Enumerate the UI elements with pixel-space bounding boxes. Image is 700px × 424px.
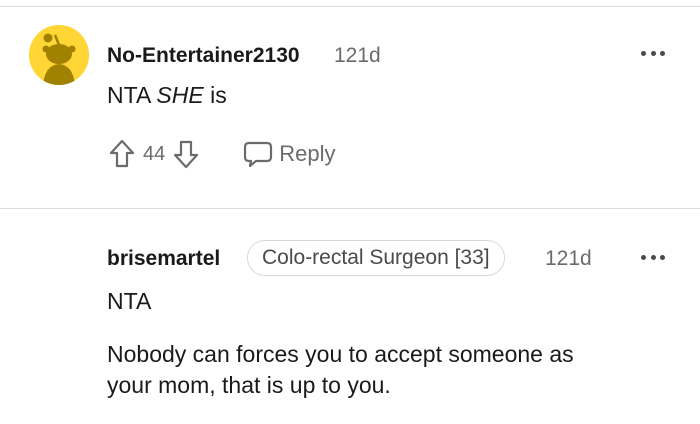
downvote-arrow-icon[interactable] — [171, 137, 201, 171]
comment-body-emphasis: SHE — [156, 82, 204, 108]
top-divider — [0, 6, 700, 7]
chat-bubble-icon — [244, 141, 273, 168]
more-options-icon[interactable] — [641, 48, 665, 58]
user-flair-badge: Colo-rectal Surgeon [33] — [247, 240, 505, 276]
reddit-snoo-avatar-icon[interactable] — [29, 25, 89, 85]
comment-paragraph: NTA — [107, 288, 152, 314]
comment-body-text: NTA — [107, 82, 157, 108]
comment-age: 121d — [334, 44, 381, 67]
reply-label: Reply — [279, 141, 336, 166]
vote-score: 44 — [143, 142, 166, 165]
comment-body: NTA SHE is — [107, 80, 227, 111]
comment-actions: 44 Reply — [107, 136, 336, 172]
comment-divider — [0, 208, 700, 209]
comment-age: 121d — [545, 247, 592, 270]
comment-author[interactable]: No-Entertainer2130 — [107, 44, 300, 68]
comment-paragraph-line: your mom, that is up to you. — [107, 372, 391, 398]
upvote-arrow-icon[interactable] — [107, 137, 137, 171]
reply-button[interactable]: Reply — [243, 140, 336, 168]
comment-body-text-end: is — [203, 82, 227, 108]
comment-author[interactable]: brisemartel — [107, 247, 220, 271]
comment-paragraph-line: Nobody can forces you to accept someone … — [107, 341, 574, 367]
more-options-icon[interactable] — [641, 252, 665, 262]
